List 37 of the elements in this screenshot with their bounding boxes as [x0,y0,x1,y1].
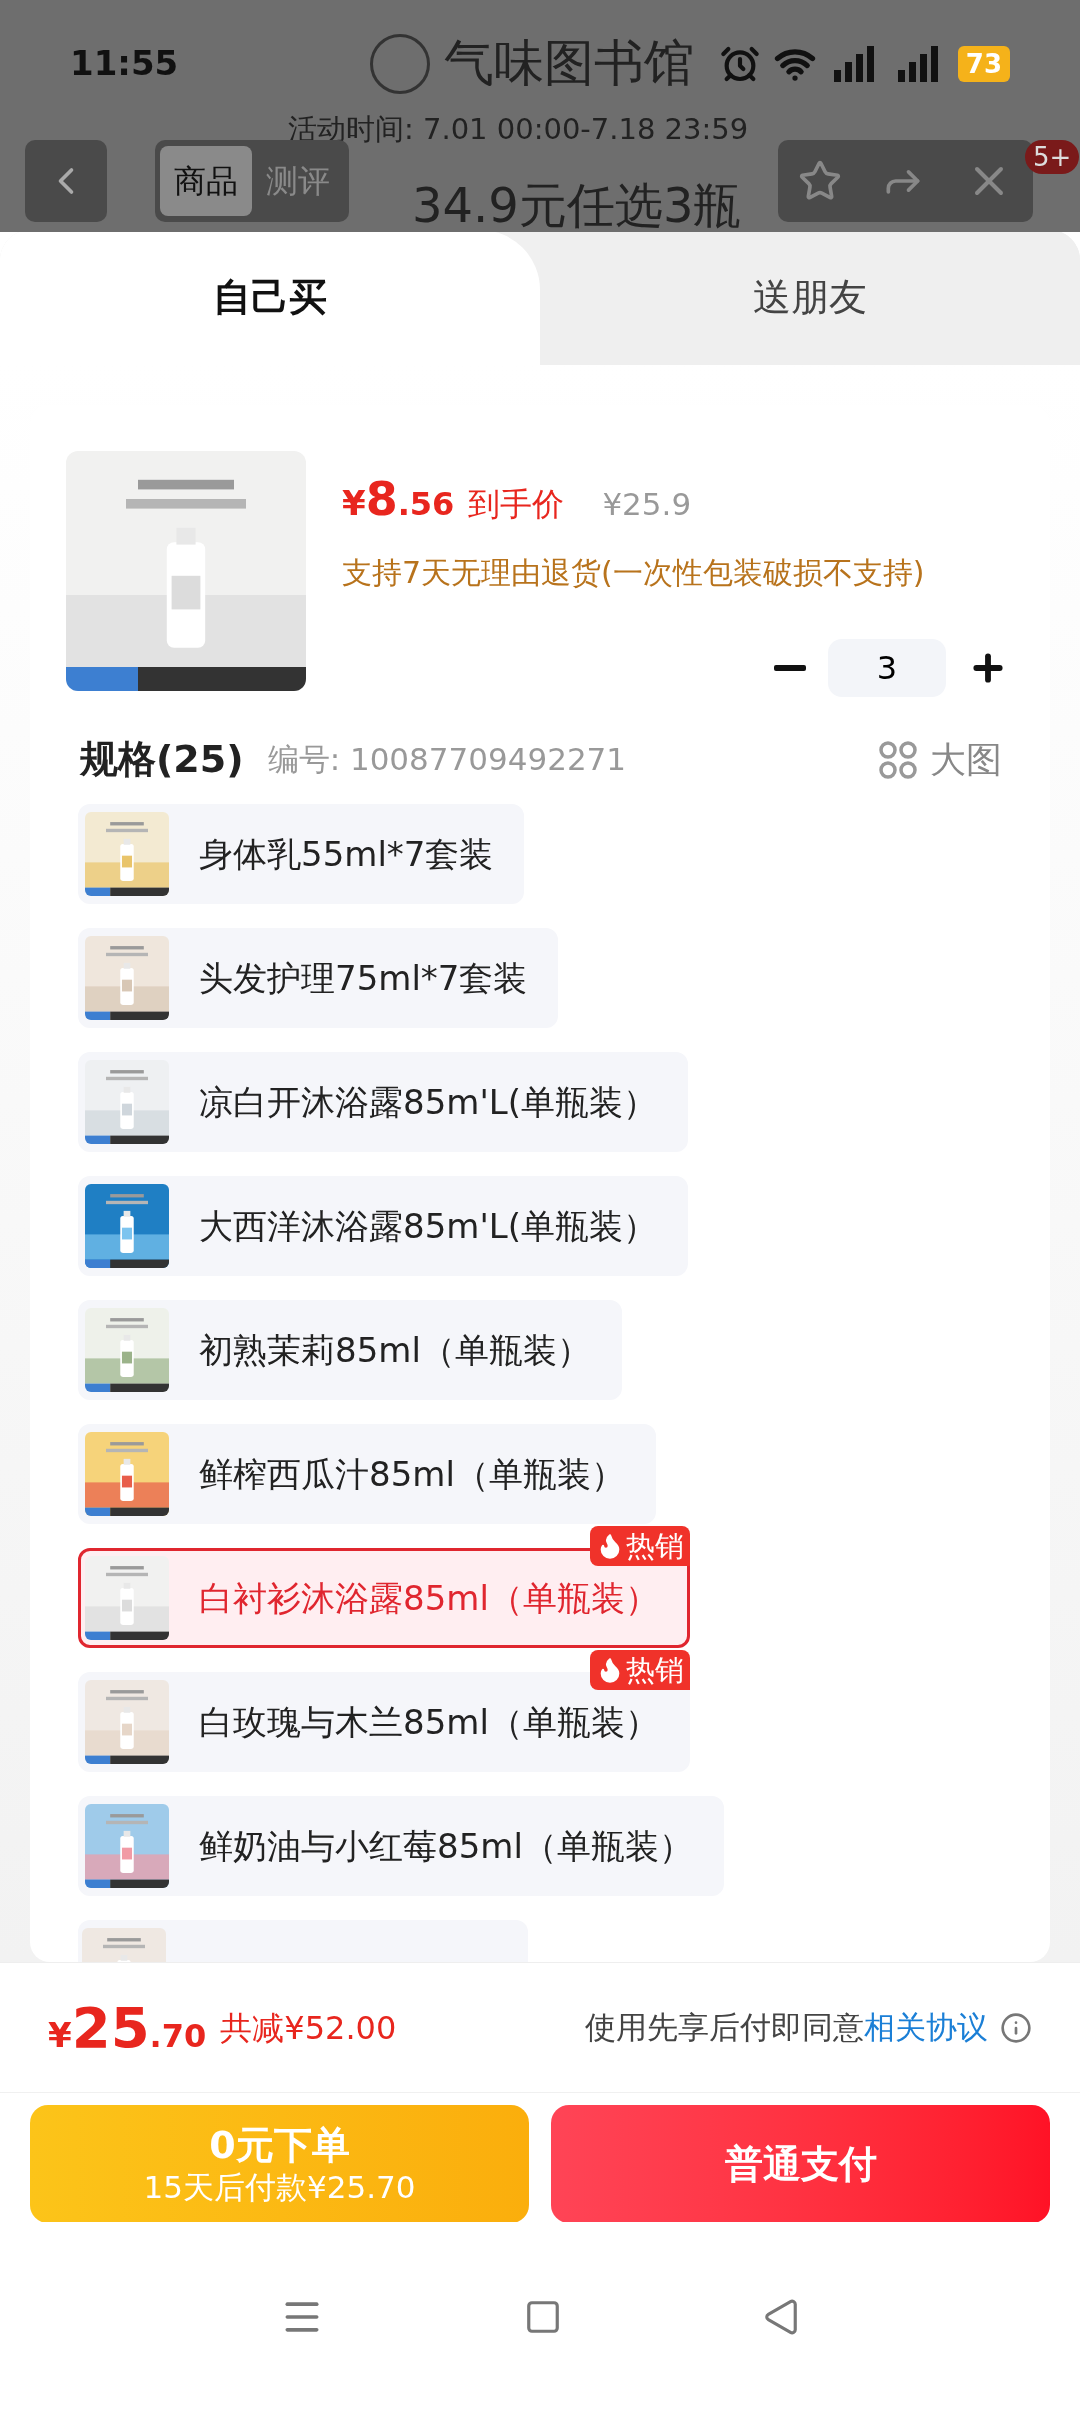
notification-badge: 5+ [1025,140,1080,174]
spec-option[interactable]: 身体乳55ml*7套装 [78,804,525,904]
large-view-toggle[interactable]: 大图 [878,732,1002,787]
grid-icon [878,739,918,780]
discount-total: 共减¥52.00 [220,2007,397,2049]
spec-option[interactable]: 鲜奶油与小红莓85ml（单瓶装） [78,1796,724,1896]
header-tab[interactable]: 商品 [160,146,252,216]
agreement-text: 使用先享后付即同意相关协议 [585,2008,988,2048]
back-icon[interactable] [762,2298,800,2336]
original-price: ¥25.9 [602,485,692,524]
shop-logo-icon [370,33,430,94]
battery-indicator: 73 [957,45,1010,82]
spec-option[interactable]: 大西洋沐浴露85m'L(单瓶装） [78,1176,688,1276]
agreement-link[interactable]: 相关协议 [864,2009,988,2046]
spec-option[interactable]: 头发护理75ml*7套装 [78,928,559,1028]
total-price: ¥25.70 [48,1993,207,2062]
quantity-field[interactable]: 3 [828,639,946,697]
hot-sale-badge: 热销 [589,1650,690,1690]
return-policy: 支持7天无理由退货(一次性包装破损不支持) [342,554,926,592]
spec-option[interactable]: 初熟茉莉85ml（单瓶装） [78,1300,622,1400]
decrease-button[interactable] [774,665,806,671]
purchase-tab[interactable]: 自己买 [0,230,540,365]
price-label: 到手价 [468,484,565,525]
headline: 34.9元任选3瓶 [412,178,742,232]
minus-icon [774,665,806,671]
final-price: ¥8.56 [342,471,455,528]
back-button[interactable] [25,140,107,222]
product-code: 编号: 10087709492271 [267,740,627,780]
info-icon[interactable] [1000,2011,1032,2044]
spec-title: 规格(25) [80,736,244,783]
hot-sale-badge: 热销 [589,1526,690,1566]
status-time: 11:55 [70,42,179,85]
spec-option[interactable]: 鲜榨西瓜汁85ml（单瓶装） [78,1424,656,1524]
pay-button[interactable]: 普通支付 [551,2105,1050,2223]
spec-option[interactable]: 凉白开沐浴露85m'L(单瓶装） [78,1052,688,1152]
shop-name: 气味图书馆 [444,33,694,94]
home-icon[interactable] [524,2298,562,2336]
